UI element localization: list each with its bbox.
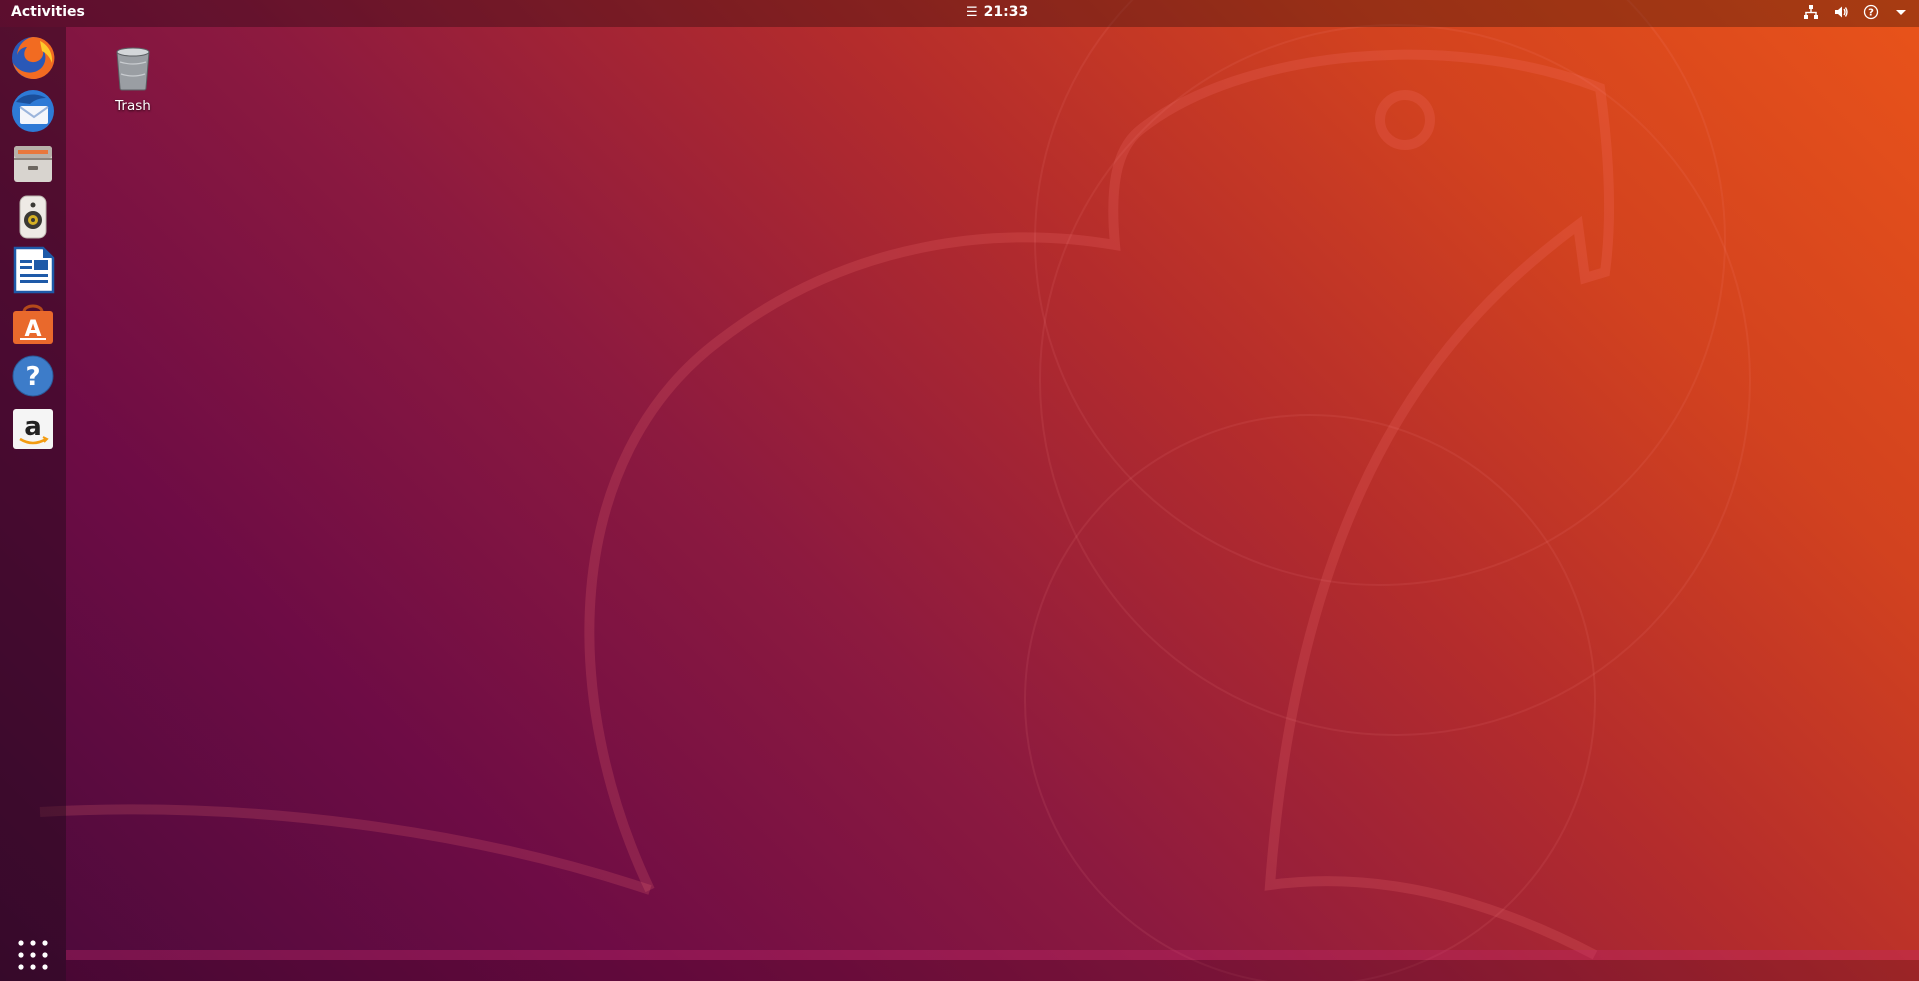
- wallpaper-art: [39, 0, 1919, 981]
- svg-text:a: a: [24, 412, 42, 442]
- clock-text: 21:33: [983, 4, 1029, 20]
- notification-list-icon: ☰: [966, 4, 978, 20]
- dock-item-help[interactable]: ?: [7, 350, 59, 402]
- dock: A ? a: [0, 27, 66, 981]
- thunderbird-icon: [12, 90, 54, 132]
- show-applications-icon: [18, 940, 48, 970]
- svg-text:?: ?: [25, 362, 40, 392]
- svg-text:?: ?: [1868, 8, 1874, 19]
- top-bar: Activities ☰ 21:33 ?: [0, 0, 1919, 27]
- dock-item-files[interactable]: [7, 138, 59, 190]
- ubuntu-software-icon: A: [13, 304, 53, 344]
- trash-icon: [116, 47, 150, 91]
- desktop[interactable]: Activities ☰ 21:33 ? A ? a Trash: [0, 0, 1919, 981]
- system-tray: ?: [1803, 3, 1909, 21]
- network-icon[interactable]: [1803, 3, 1819, 21]
- rhythmbox-icon: [19, 195, 47, 239]
- help-icon: ?: [12, 355, 54, 397]
- libreoffice-writer-icon: [13, 246, 55, 294]
- dock-item-amazon[interactable]: a: [7, 403, 59, 455]
- dock-item-thunderbird[interactable]: [7, 85, 59, 137]
- system-menu-icon[interactable]: [1893, 3, 1909, 21]
- volume-icon[interactable]: [1833, 3, 1849, 21]
- show-applications-button[interactable]: [11, 933, 55, 977]
- dock-item-libreoffice-writer[interactable]: [7, 244, 59, 296]
- activities-button[interactable]: Activities: [11, 4, 85, 20]
- clock-button[interactable]: ☰ 21:33: [966, 4, 1028, 20]
- files-icon: [14, 146, 52, 182]
- firefox-icon: [12, 36, 55, 79]
- desktop-icon-label: Trash: [115, 98, 151, 114]
- desktop-icon-trash[interactable]: Trash: [100, 44, 166, 114]
- accessibility-icon[interactable]: ?: [1863, 3, 1879, 21]
- dock-item-rhythmbox[interactable]: [7, 191, 59, 243]
- dock-item-ubuntu-software[interactable]: A: [7, 297, 59, 349]
- dock-item-firefox[interactable]: [7, 32, 59, 84]
- amazon-icon: a: [13, 409, 53, 449]
